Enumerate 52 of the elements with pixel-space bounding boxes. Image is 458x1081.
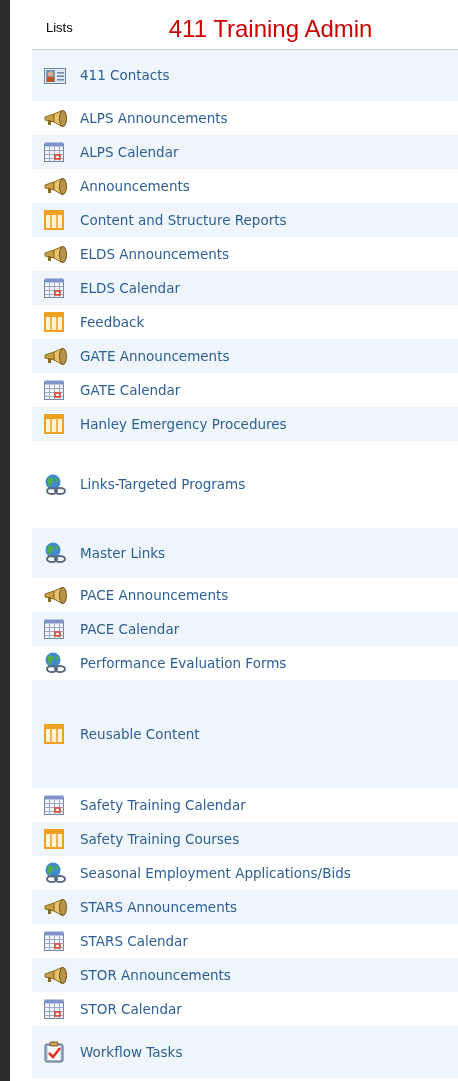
megaphone-icon — [44, 347, 68, 365]
calendar-icon — [44, 931, 64, 951]
megaphone-icon — [44, 245, 68, 263]
globe-link-icon — [44, 862, 66, 884]
list-link[interactable]: Seasonal Employment Applications/Bids — [80, 862, 351, 884]
list-link[interactable]: Performance Evaluation Forms — [80, 652, 287, 674]
list-link[interactable]: ALPS Announcements — [80, 107, 228, 129]
list-link[interactable]: STOR Announcements — [80, 964, 231, 986]
calendar-icon — [44, 142, 64, 162]
contact-card-icon — [44, 67, 66, 84]
list-link[interactable]: Links-Targeted Programs — [80, 474, 246, 495]
list-link[interactable]: ELDS Announcements — [80, 243, 230, 265]
table-icon — [44, 724, 64, 744]
list-link[interactable]: PACE Announcements — [80, 584, 229, 606]
calendar-icon — [44, 380, 64, 400]
list-link[interactable]: Safety Training Calendar — [80, 794, 246, 816]
table-icon — [44, 829, 64, 849]
list-link[interactable]: Hanley Emergency Procedures — [80, 413, 287, 435]
table-icon — [44, 312, 64, 332]
calendar-icon — [44, 999, 64, 1019]
list-link[interactable]: Announcements — [80, 175, 190, 197]
globe-link-icon — [44, 542, 66, 564]
list-link[interactable]: Content and Structure Reports — [80, 209, 287, 231]
list-link[interactable]: STARS Announcements — [80, 896, 238, 918]
megaphone-icon — [44, 586, 68, 604]
list-link[interactable]: PACE Calendar — [80, 618, 180, 640]
list-link[interactable]: STOR Calendar — [80, 998, 182, 1020]
page-title: 411 Training Admin — [168, 17, 373, 41]
calendar-icon — [44, 795, 64, 815]
list-link[interactable]: ELDS Calendar — [80, 277, 180, 299]
list-link[interactable]: ALPS Calendar — [80, 141, 179, 163]
list-link[interactable]: GATE Announcements — [80, 345, 230, 367]
list-link[interactable]: Master Links — [80, 542, 166, 564]
section-heading: Lists — [46, 18, 73, 37]
megaphone-icon — [44, 109, 68, 127]
clipboard-check-icon — [44, 1041, 64, 1063]
megaphone-icon — [44, 966, 68, 984]
list-link[interactable]: GATE Calendar — [80, 379, 181, 401]
list-link[interactable]: Feedback — [80, 311, 145, 333]
table-icon — [44, 414, 64, 434]
calendar-icon — [44, 278, 64, 298]
megaphone-icon — [44, 177, 68, 195]
list-link[interactable]: Safety Training Courses — [80, 828, 240, 850]
list-link[interactable]: Workflow Tasks — [80, 1041, 183, 1063]
globe-link-icon — [44, 652, 66, 674]
megaphone-icon — [44, 898, 68, 916]
list-link[interactable]: STARS Calendar — [80, 930, 188, 952]
calendar-icon — [44, 619, 64, 639]
list-link[interactable]: Reusable Content — [80, 723, 200, 745]
table-icon — [44, 210, 64, 230]
list-link[interactable]: 411 Contacts — [80, 65, 170, 86]
globe-link-icon — [44, 473, 66, 496]
